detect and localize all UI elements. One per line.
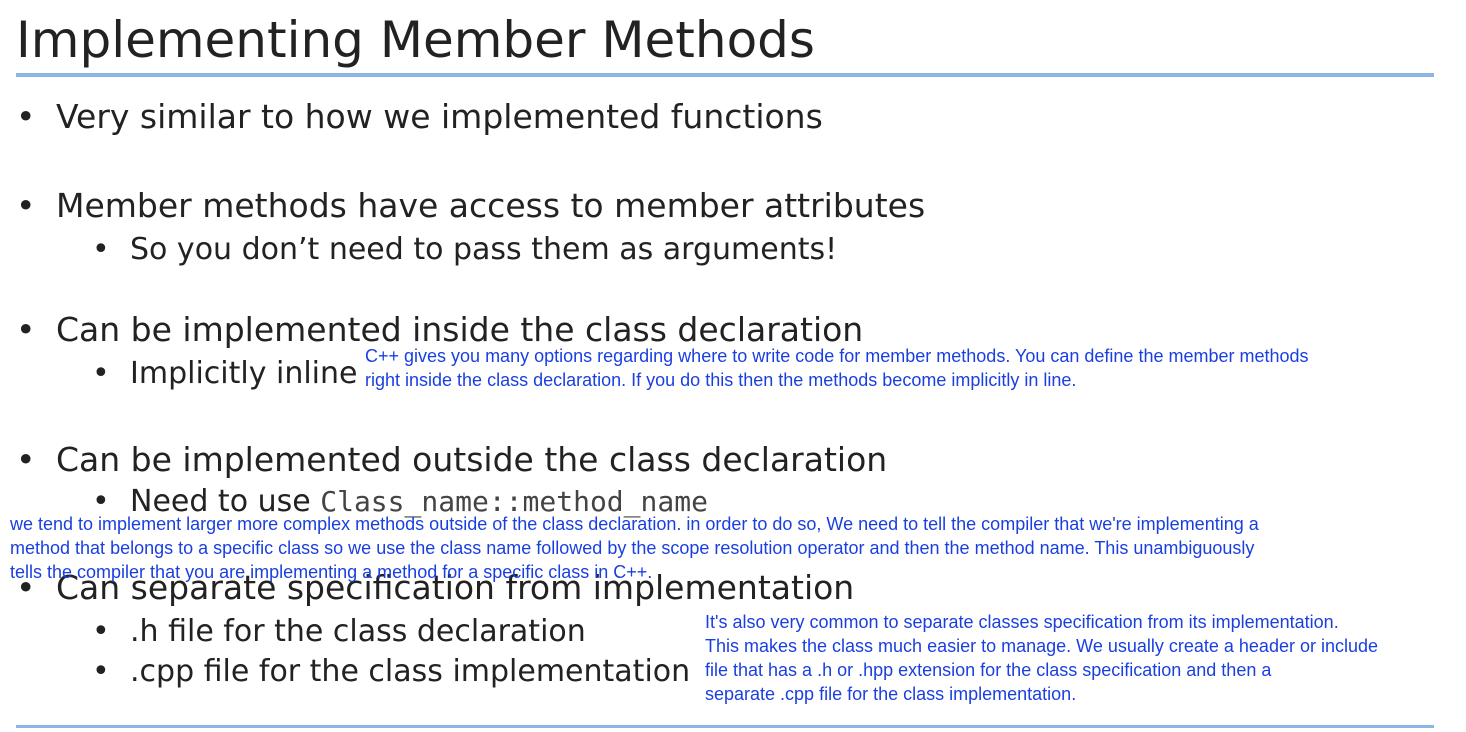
note-line: we tend to implement larger more complex… (10, 514, 1259, 534)
note-line: C++ gives you many options regarding whe… (365, 346, 1309, 366)
note-line: right inside the class declaration. If y… (365, 370, 1077, 390)
bullet-glyph: • (92, 232, 110, 267)
note-line: It's also very common to separate classe… (705, 612, 1339, 632)
slide-title: Implementing Member Methods (16, 11, 815, 69)
bullet-glyph: • (92, 356, 110, 391)
sub-bullet-cpp-file: • .cpp file for the class implementation (92, 652, 691, 692)
bullet-text: .h file for the class declaration (130, 614, 586, 649)
note-inline-methods: C++ gives you many options regarding whe… (365, 344, 1309, 392)
bullet-text: Implicitly inline (130, 356, 358, 391)
bullet-outside-declaration: • Can be implemented outside the class d… (16, 440, 888, 480)
note-line: method that belongs to a specific class … (10, 538, 1255, 558)
bullet-glyph: • (92, 654, 110, 689)
bullet-text: Member methods have access to member att… (56, 186, 926, 225)
title-underline (16, 73, 1434, 77)
bullet-text: Can be implemented outside the class dec… (56, 440, 888, 479)
note-line: This makes the class much easier to mana… (705, 636, 1379, 656)
bullet-glyph: • (16, 440, 36, 479)
footer-rule (16, 725, 1434, 728)
sub-bullet-h-file: • .h file for the class declaration (92, 612, 586, 652)
note-outside-methods: we tend to implement larger more complex… (10, 512, 1259, 584)
note-separate-files: It's also very common to separate classe… (705, 610, 1378, 706)
sub-bullet-implicitly-inline: • Implicitly inline (92, 354, 358, 394)
bullet-glyph: • (92, 614, 110, 649)
bullet-text: .cpp file for the class implementation (130, 654, 691, 689)
sub-bullet-no-arguments: • So you don’t need to pass them as argu… (92, 230, 838, 270)
bullet-member-access: • Member methods have access to member a… (16, 186, 926, 226)
note-line: file that has a .h or .hpp extension for… (705, 660, 1272, 680)
bullet-glyph: • (16, 97, 36, 136)
bullet-text: Very similar to how we implemented funct… (56, 97, 823, 136)
note-line: tells the compiler that you are implemen… (10, 562, 653, 582)
bullet-glyph: • (16, 186, 36, 225)
bullet-similar-functions: • Very similar to how we implemented fun… (16, 97, 823, 137)
bullet-glyph: • (16, 310, 36, 349)
note-line: separate .cpp file for the class impleme… (705, 684, 1077, 704)
bullet-text: So you don’t need to pass them as argume… (130, 232, 838, 267)
